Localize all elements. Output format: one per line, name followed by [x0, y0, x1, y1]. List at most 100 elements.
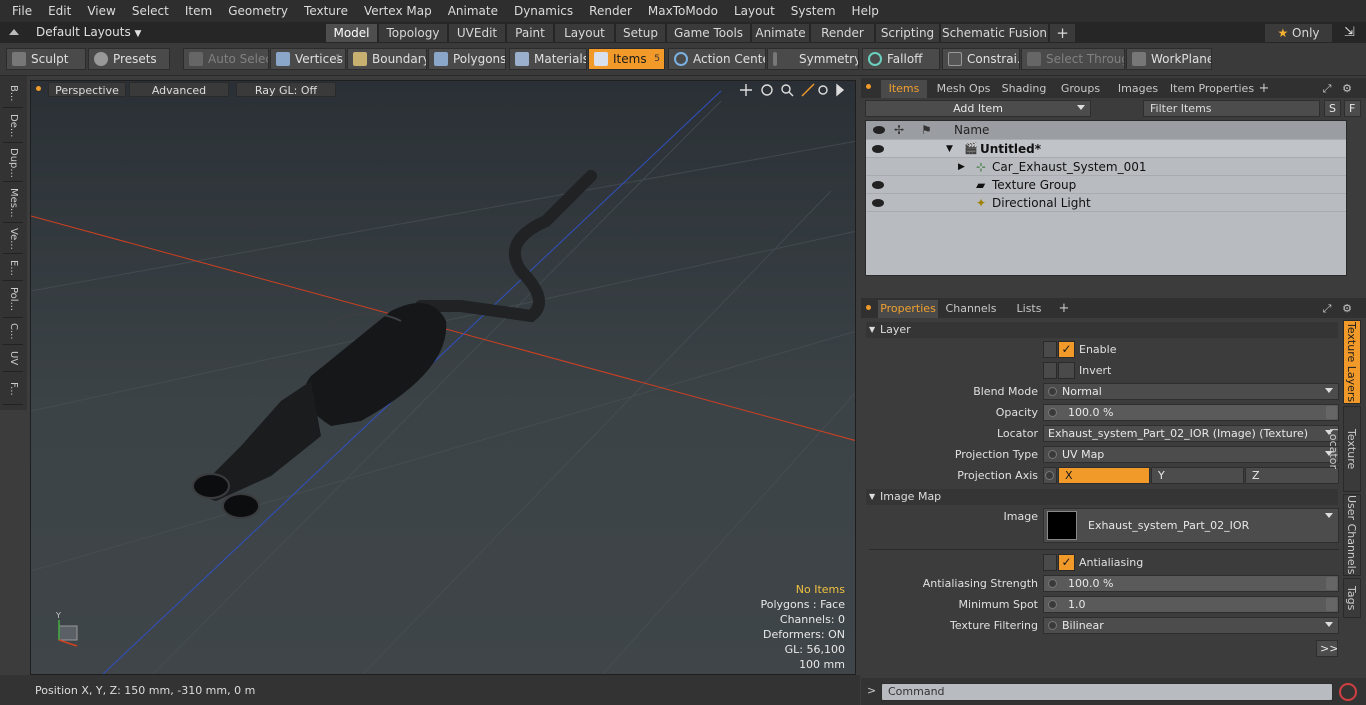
tab-lists[interactable]: Lists	[1005, 300, 1053, 318]
tab-uvedit[interactable]: UVEdit	[449, 24, 506, 42]
tab-groups[interactable]: Groups	[1053, 80, 1108, 98]
panel-gear-icon[interactable]: ⚙	[1339, 300, 1355, 318]
tab-layout[interactable]: Layout	[555, 24, 615, 42]
add-tab-icon[interactable]: +	[1050, 24, 1076, 42]
expand-icon[interactable]: ▶	[958, 158, 965, 176]
tab-model[interactable]: Model	[326, 24, 378, 42]
list-item[interactable]: ✦ Directional Light	[866, 194, 1346, 212]
left-tab-duplicate[interactable]: Dup...	[3, 144, 23, 182]
tab-paint[interactable]: Paint	[507, 24, 554, 42]
visibility-column-icon[interactable]	[869, 121, 889, 139]
menu-select[interactable]: Select	[124, 0, 177, 22]
slider-handle-icon[interactable]	[1326, 406, 1337, 419]
add-item-button[interactable]: Add Item	[865, 100, 1091, 117]
left-tab-curve[interactable]: C...	[3, 319, 23, 345]
image-map-section[interactable]: ▼ Image Map	[866, 489, 1338, 505]
list-item[interactable]: ▶ ⊹ Car_Exhaust_System_001	[866, 158, 1346, 176]
left-tab-polygon[interactable]: Pol...	[3, 282, 23, 318]
tab-properties[interactable]: Properties	[878, 300, 938, 318]
locator-select[interactable]: Exhaust_system_Part_02_IOR (Image) (Text…	[1043, 425, 1339, 442]
render-column-icon[interactable]: ⚑	[921, 121, 941, 139]
tab-render[interactable]: Render	[811, 24, 875, 42]
boundary-button[interactable]: Boundary	[347, 48, 427, 70]
add-panel-tab-icon[interactable]: +	[1057, 300, 1071, 318]
list-item[interactable]: ▰ Texture Group	[866, 176, 1346, 194]
left-tab-mesh[interactable]: Mes...	[3, 183, 23, 223]
menu-view[interactable]: View	[79, 0, 123, 22]
items-button[interactable]: Items 5	[588, 48, 665, 70]
eye-icon[interactable]	[872, 181, 884, 189]
aa-strength-field[interactable]: 100.0 %	[1043, 575, 1339, 592]
layer-section[interactable]: ▼ Layer	[866, 322, 1338, 338]
tab-mesh-ops[interactable]: Mesh Ops	[931, 80, 996, 98]
projection-type-select[interactable]: UV Map	[1043, 446, 1339, 463]
symmetry-button[interactable]: Symmetry	[767, 48, 859, 70]
menu-texture[interactable]: Texture	[296, 0, 356, 22]
panel-expand-icon[interactable]: ⤢	[1319, 80, 1335, 98]
layout-selector[interactable]: Default Layouts ▼	[36, 22, 141, 43]
min-spot-field[interactable]: 1.0	[1043, 596, 1339, 613]
left-tab-uv[interactable]: UV	[3, 346, 23, 372]
tab-channels[interactable]: Channels	[943, 300, 999, 318]
axis-x-button[interactable]: X	[1058, 467, 1150, 484]
enable-checkbox[interactable]: ✓	[1058, 341, 1075, 358]
slider-handle-icon[interactable]	[1326, 577, 1337, 590]
tab-schematic-fusion[interactable]: Schematic Fusion	[941, 24, 1049, 42]
tab-shading[interactable]: Shading	[999, 80, 1049, 98]
eye-icon[interactable]	[872, 145, 884, 153]
antialiasing-toggle-dot[interactable]	[1043, 554, 1057, 571]
materials-button[interactable]: Materials	[509, 48, 587, 70]
only-toggle[interactable]: ★ Only	[1265, 24, 1333, 42]
menu-animate[interactable]: Animate	[440, 0, 506, 22]
side-tab-user-channels[interactable]: User Channels	[1343, 494, 1361, 576]
panel-expand-icon[interactable]: ⤢	[1319, 300, 1335, 318]
tab-topology[interactable]: Topology	[379, 24, 448, 42]
side-tab-texture-layers[interactable]: Texture Layers	[1343, 320, 1361, 404]
filter-items-input[interactable]: Filter Items	[1143, 100, 1320, 117]
vertices-button[interactable]: Vertices 1	[270, 48, 346, 70]
left-tab-vertex[interactable]: Ve...	[3, 224, 23, 254]
menu-maxtomodo[interactable]: MaxToModo	[640, 0, 726, 22]
side-tab-texture-locator[interactable]: Texture Locator	[1327, 406, 1361, 492]
menu-file[interactable]: File	[4, 0, 40, 22]
menu-dynamics[interactable]: Dynamics	[506, 0, 581, 22]
tab-animate[interactable]: Animate	[752, 24, 810, 42]
blend-mode-select[interactable]: Normal	[1043, 383, 1339, 400]
action-center-button[interactable]: Action Center	[668, 48, 766, 70]
axis-y-button[interactable]: Y	[1151, 467, 1244, 484]
menu-help[interactable]: Help	[844, 0, 887, 22]
lock-column-icon[interactable]: ✢	[894, 121, 914, 139]
axis-z-button[interactable]: Z	[1245, 467, 1339, 484]
antialiasing-checkbox[interactable]: ✓	[1058, 554, 1075, 571]
add-panel-tab-icon[interactable]: +	[1257, 80, 1271, 98]
falloff-button[interactable]: Falloff	[862, 48, 940, 70]
menu-render[interactable]: Render	[581, 0, 640, 22]
workplane-button[interactable]: WorkPlane	[1126, 48, 1212, 70]
slider-handle-icon[interactable]	[1326, 598, 1337, 611]
invert-toggle-dot[interactable]	[1043, 362, 1057, 379]
menu-geometry[interactable]: Geometry	[220, 0, 296, 22]
tab-item-properties[interactable]: Item Properties	[1169, 80, 1255, 98]
menu-edit[interactable]: Edit	[40, 0, 79, 22]
left-tab-basic[interactable]: B...	[3, 80, 23, 108]
fullscreen-icon[interactable]: ⇲	[1334, 24, 1366, 42]
list-item[interactable]: ▼ 🎬 Untitled*	[866, 140, 1346, 158]
tab-items[interactable]: Items	[881, 80, 927, 98]
collapse-icon[interactable]: ▼	[946, 140, 953, 158]
left-tab-deform[interactable]: De...	[3, 109, 23, 143]
s-button[interactable]: S	[1324, 100, 1341, 117]
menu-item[interactable]: Item	[177, 0, 220, 22]
image-select[interactable]: Exhaust_system_Part_02_IOR	[1043, 508, 1339, 543]
auto-select-button[interactable]: Auto Select	[183, 48, 269, 70]
projection-axis-dot[interactable]	[1043, 467, 1057, 484]
menu-layout[interactable]: Layout	[726, 0, 783, 22]
layout-menu-icon[interactable]	[8, 26, 20, 38]
record-icon[interactable]	[1339, 683, 1357, 701]
menu-vertex-map[interactable]: Vertex Map	[356, 0, 440, 22]
command-input[interactable]: Command	[881, 683, 1333, 701]
name-column-header[interactable]: Name	[954, 121, 989, 139]
polygons-button[interactable]: Polygons	[428, 48, 506, 70]
presets-button[interactable]: Presets	[88, 48, 170, 70]
f-button[interactable]: F	[1344, 100, 1361, 117]
enable-toggle-dot[interactable]	[1043, 341, 1057, 358]
